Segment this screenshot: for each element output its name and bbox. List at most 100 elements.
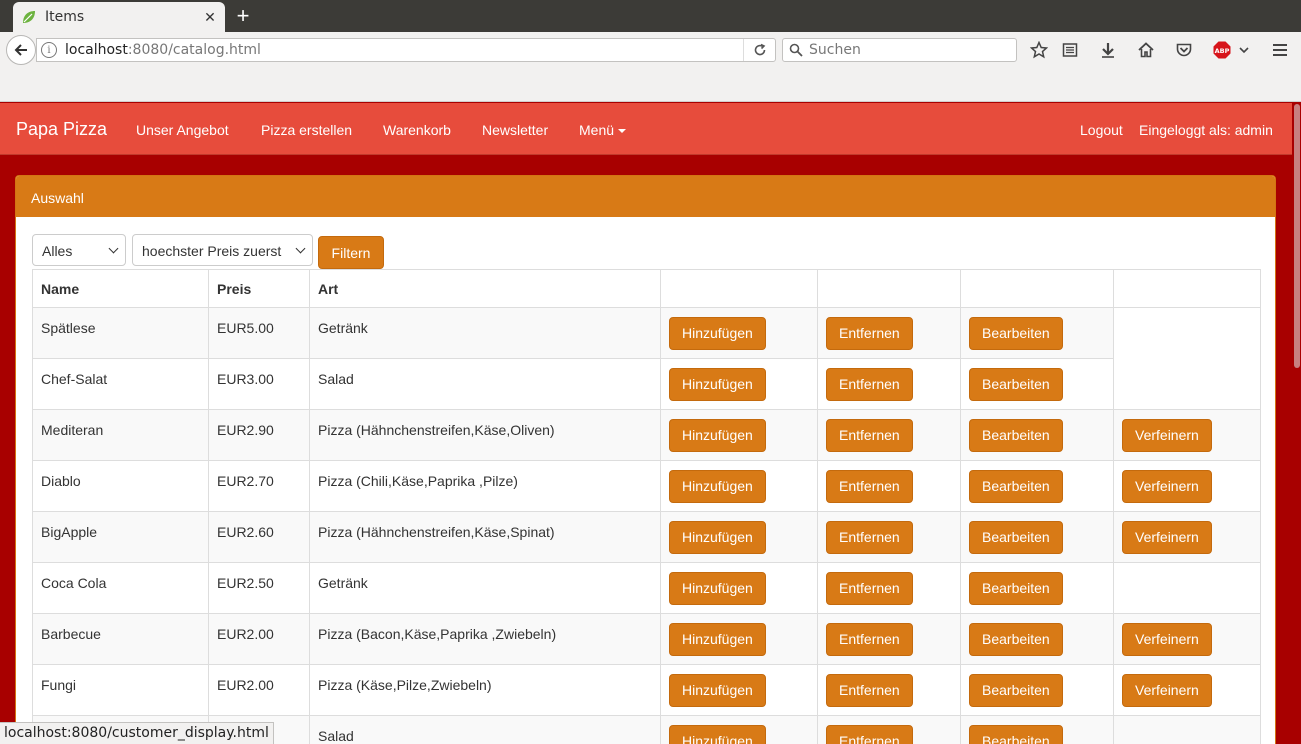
pocket-icon[interactable] bbox=[1173, 39, 1195, 61]
spring-leaf-icon bbox=[21, 9, 37, 25]
new-tab-icon[interactable]: + bbox=[232, 3, 254, 29]
item-price: EUR2.90 bbox=[208, 409, 310, 461]
edit-button[interactable]: Bearbeiten bbox=[969, 470, 1063, 503]
header-empty bbox=[1113, 269, 1261, 308]
close-tab-icon[interactable]: ✕ bbox=[203, 9, 217, 26]
back-button[interactable] bbox=[6, 35, 36, 65]
remove-button[interactable]: Entfernen bbox=[826, 623, 913, 656]
edit-button[interactable]: Bearbeiten bbox=[969, 674, 1063, 707]
hamburger-menu-icon[interactable] bbox=[1269, 39, 1291, 61]
url-text[interactable]: localhost:8080/catalog.html bbox=[65, 42, 743, 58]
add-button[interactable]: Hinzufügen bbox=[669, 521, 766, 554]
tab-title: Items bbox=[45, 9, 85, 25]
site-info-icon[interactable]: i bbox=[41, 42, 57, 58]
header-price: Preis bbox=[208, 269, 310, 308]
remove-button[interactable]: Entfernen bbox=[826, 674, 913, 707]
category-select[interactable]: Alles bbox=[32, 234, 126, 266]
item-price: EUR2.60 bbox=[208, 511, 310, 563]
remove-button[interactable]: Entfernen bbox=[826, 419, 913, 452]
refine-button[interactable]: Verfeinern bbox=[1122, 419, 1212, 452]
nav-link-warenkorb[interactable]: Warenkorb bbox=[383, 122, 451, 138]
refine-button[interactable]: Verfeinern bbox=[1122, 470, 1212, 503]
add-button[interactable]: Hinzufügen bbox=[669, 623, 766, 656]
remove-button[interactable]: Entfernen bbox=[826, 470, 913, 503]
nav-link-unser-angebot[interactable]: Unser Angebot bbox=[136, 122, 229, 138]
sort-select[interactable]: hoechster Preis zuerst bbox=[132, 234, 313, 266]
page-content: Papa Pizza Unser Angebot Pizza erstellen… bbox=[0, 103, 1301, 744]
remove-button[interactable]: Entfernen bbox=[826, 521, 913, 554]
table-row: Spätlese EUR5.00 Getränk Hinzufügen Entf… bbox=[32, 307, 1261, 410]
nav-link-newsletter[interactable]: Newsletter bbox=[482, 122, 548, 138]
scrollbar-thumb[interactable] bbox=[1294, 104, 1300, 368]
chevron-down-icon[interactable] bbox=[1236, 39, 1252, 61]
remove-button[interactable]: Entfernen bbox=[826, 317, 913, 350]
add-button[interactable]: Hinzufügen bbox=[669, 470, 766, 503]
item-type: Getränk bbox=[309, 307, 661, 359]
add-button[interactable]: Hinzufügen bbox=[669, 572, 766, 605]
item-price: EUR2.70 bbox=[208, 460, 310, 512]
remove-button[interactable]: Entfernen bbox=[826, 368, 913, 401]
filter-button[interactable]: Filtern bbox=[318, 236, 384, 269]
item-type: Salad bbox=[309, 358, 661, 410]
sort-select-value: hoechster Preis zuerst bbox=[142, 243, 282, 259]
caret-down-icon bbox=[618, 129, 627, 134]
table-row: Mediteran EUR2.90 Pizza (Hähnchenstreife… bbox=[32, 409, 1261, 461]
item-name: Mediteran bbox=[32, 409, 209, 461]
remove-button[interactable]: Entfernen bbox=[826, 725, 913, 744]
reload-icon[interactable] bbox=[743, 39, 775, 61]
url-path: :8080/catalog.html bbox=[127, 42, 261, 58]
home-icon[interactable] bbox=[1135, 39, 1157, 61]
adblock-icon[interactable]: ABP bbox=[1211, 39, 1233, 61]
item-name: Diablo bbox=[32, 460, 209, 512]
nav-menu-dropdown[interactable]: Menü bbox=[579, 122, 627, 138]
refine-button[interactable]: Verfeinern bbox=[1122, 674, 1212, 707]
refine-button[interactable]: Verfeinern bbox=[1122, 521, 1212, 554]
item-type: Pizza (Chili,Käse,Paprika ,Pilze) bbox=[309, 460, 661, 512]
logged-in-label: Eingeloggt als: admin bbox=[1139, 122, 1273, 138]
edit-button[interactable]: Bearbeiten bbox=[969, 623, 1063, 656]
add-button[interactable]: Hinzufügen bbox=[669, 419, 766, 452]
table-row: Chef-Salat EUR3.00 Salad Hinzufügen Entf… bbox=[32, 358, 1261, 410]
remove-button[interactable]: Entfernen bbox=[826, 572, 913, 605]
add-button[interactable]: Hinzufügen bbox=[669, 725, 766, 744]
search-box[interactable] bbox=[782, 38, 1017, 62]
nav-link-pizza-erstellen[interactable]: Pizza erstellen bbox=[261, 122, 352, 138]
empty-cell bbox=[1113, 715, 1261, 744]
reading-list-icon[interactable] bbox=[1059, 39, 1081, 61]
browser-tab[interactable]: Items ✕ bbox=[13, 2, 225, 32]
add-button[interactable]: Hinzufügen bbox=[669, 674, 766, 707]
item-price: EUR3.00 bbox=[208, 358, 310, 410]
logout-link[interactable]: Logout bbox=[1080, 122, 1123, 138]
table-row: Fungi EUR2.00 Pizza (Käse,Pilze,Zwiebeln… bbox=[32, 664, 1261, 716]
panel-title: Auswahl bbox=[16, 176, 1275, 217]
add-button[interactable]: Hinzufügen bbox=[669, 368, 766, 401]
item-price: EUR2.00 bbox=[208, 664, 310, 716]
refine-button[interactable]: Verfeinern bbox=[1122, 623, 1212, 656]
brand-link[interactable]: Papa Pizza bbox=[16, 119, 107, 140]
edit-button[interactable]: Bearbeiten bbox=[969, 572, 1063, 605]
item-name: Barbecue bbox=[32, 613, 209, 665]
empty-cell bbox=[1113, 307, 1261, 410]
header-type: Art bbox=[309, 269, 661, 308]
header-empty bbox=[960, 269, 1114, 308]
app-navbar: Papa Pizza Unser Angebot Pizza erstellen… bbox=[0, 103, 1301, 155]
item-type: Getränk bbox=[309, 562, 661, 614]
edit-button[interactable]: Bearbeiten bbox=[969, 368, 1063, 401]
edit-button[interactable]: Bearbeiten bbox=[969, 725, 1063, 744]
bookmark-star-icon[interactable] bbox=[1028, 39, 1050, 61]
edit-button[interactable]: Bearbeiten bbox=[969, 317, 1063, 350]
address-bar[interactable]: i localhost:8080/catalog.html bbox=[36, 38, 776, 62]
search-input[interactable] bbox=[809, 42, 999, 58]
item-name: Coca Cola bbox=[32, 562, 209, 614]
selection-panel: Auswahl Alles hoechster Preis zuerst Fil… bbox=[15, 175, 1276, 744]
download-icon[interactable] bbox=[1097, 39, 1119, 61]
item-price: EUR2.00 bbox=[208, 613, 310, 665]
edit-button[interactable]: Bearbeiten bbox=[969, 419, 1063, 452]
item-name: Spätlese bbox=[32, 307, 209, 359]
add-button[interactable]: Hinzufügen bbox=[669, 317, 766, 350]
item-name: BigApple bbox=[32, 511, 209, 563]
chevron-down-icon bbox=[108, 243, 119, 254]
item-type: Pizza (Hähnchenstreifen,Käse,Oliven) bbox=[309, 409, 661, 461]
table-row: Coca Cola EUR2.50 Getränk Hinzufügen Ent… bbox=[32, 562, 1261, 614]
edit-button[interactable]: Bearbeiten bbox=[969, 521, 1063, 554]
